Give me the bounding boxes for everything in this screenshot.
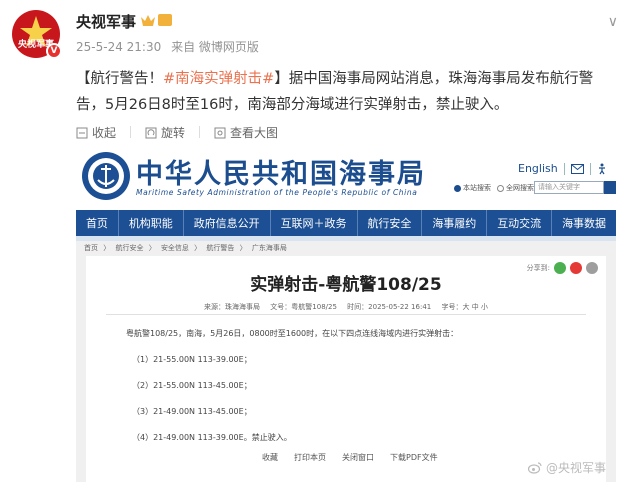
collect-button[interactable]: 收起 (76, 124, 116, 141)
breadcrumb-safety-info[interactable]: 安全信息 (161, 244, 189, 252)
nav-strip (76, 236, 616, 241)
zoom-icon (214, 127, 226, 138)
nav-functions[interactable]: 机构职能 (119, 210, 184, 236)
post-meta: 25-5-24 21:30 来自 微博网页版 (76, 38, 265, 55)
post-time[interactable]: 25-5-24 21:30 (76, 40, 161, 54)
chevron-down-icon[interactable]: ∨ (608, 14, 618, 30)
nav-data[interactable]: 海事数据 (552, 210, 616, 236)
nav-interaction[interactable]: 互动交流 (487, 210, 553, 236)
msa-header: 中华人民共和国海事局 Maritime Safety Administratio… (76, 146, 616, 210)
post-text: 【航行警告！#南海实弹射击#】据中国海事局网站消息，珠海海事局发布航行警告，5月… (76, 66, 621, 118)
view-large-label: 查看大图 (230, 126, 279, 140)
breadcrumb-warnings[interactable]: 航行警告 (206, 244, 234, 252)
rotate-label: 旋转 (161, 126, 186, 140)
radio-all[interactable] (497, 184, 504, 192)
rotate-icon (145, 127, 157, 138)
msa-nav: 首页 机构职能 政府信息公开 互联网＋政务 航行安全 海事履约 互动交流 海事数… (76, 210, 616, 236)
coordinate-point: （3）21-49.00N 113-45.00E； (132, 407, 252, 416)
breadcrumb-sep: 〉 (194, 244, 202, 252)
member-badge[interactable] (140, 13, 172, 27)
radio-all-label: 全网搜索 (506, 184, 534, 192)
article-footer: 收藏 打印本页 关闭窗口 下载PDF文件 (262, 452, 454, 463)
coordinate-point: （1）21-55.00N 113-39.00E； (132, 355, 252, 364)
breadcrumb-guangdong[interactable]: 广东海事局 (252, 244, 287, 252)
search-scope: 本站搜索 全网搜索 (448, 183, 534, 193)
divider (199, 126, 201, 138)
post-image[interactable]: 中华人民共和国海事局 Maritime Safety Administratio… (76, 146, 616, 482)
accessibility-icon[interactable] (597, 163, 607, 175)
breadcrumb-sep: 〉 (103, 244, 111, 252)
hashtag-link[interactable]: #南海实弹射击# (163, 71, 274, 87)
breadcrumb-sep: 〉 (239, 244, 247, 252)
print-link[interactable]: 打印本页 (294, 452, 326, 463)
article: 分享到: 实弹射击-粤航警108/25 来源：珠海海事局 文号：粤航警108/2… (86, 256, 606, 482)
article-body: 粤航警108/25，南海，5月26日，0800时至1600时，在以下四点连线海域… (126, 328, 458, 458)
watermark-text: @央视军事 (545, 461, 606, 475)
collapse-icon (76, 127, 88, 138)
post-text-prefix: 【航行警告！ (76, 71, 163, 87)
article-source: 来源：珠海海事局 (204, 303, 261, 311)
article-meta: 来源：珠海海事局 文号：粤航警108/25 时间：2025-05-22 16:4… (86, 302, 606, 312)
msa-site-title[interactable]: 中华人民共和国海事局 (136, 152, 426, 191)
divider (130, 126, 132, 138)
coordinate-point: （2）21-55.00N 113-45.00E； (132, 381, 252, 390)
search-icon[interactable] (604, 181, 616, 194)
nav-compliance[interactable]: 海事履约 (422, 210, 488, 236)
divider (589, 162, 591, 175)
english-link[interactable]: English (518, 162, 558, 175)
article-doc-no: 文号：粤航警108/25 (270, 303, 337, 311)
breadcrumb-nav-safety[interactable]: 航行安全 (115, 244, 143, 252)
nav-nav-safety[interactable]: 航行安全 (358, 210, 423, 236)
view-large-button[interactable]: 查看大图 (214, 124, 278, 141)
article-date: 时间：2025-05-22 16:41 (347, 303, 432, 311)
user-name[interactable]: 央视军事 (76, 11, 136, 32)
divider (106, 314, 586, 315)
weibo-logo-icon (527, 461, 542, 474)
watermark: @央视军事 (527, 459, 606, 476)
download-pdf-link[interactable]: 下载PDF文件 (390, 452, 438, 463)
divider (563, 162, 565, 175)
nav-home[interactable]: 首页 (76, 210, 119, 236)
msa-logo-icon (82, 152, 130, 200)
collect-label: 收起 (92, 126, 117, 140)
article-intro: 粤航警108/25，南海，5月26日，0800时至1600时，在以下四点连线海域… (126, 329, 459, 338)
radio-site-label: 本站搜索 (463, 184, 491, 192)
msa-search-input[interactable]: 请输入关键字 (534, 181, 604, 194)
post-source: 来自 微博网页版 (171, 40, 259, 54)
font-size-toggle[interactable]: 字号：大 中 小 (441, 303, 487, 311)
close-window-link[interactable]: 关闭窗口 (342, 452, 374, 463)
breadcrumb-sep: 〉 (148, 244, 156, 252)
breadcrumb: 首页 〉 航行安全 〉 安全信息 〉 航行警告 〉 广东海事局 (84, 243, 290, 253)
msa-toolbar: English (518, 162, 607, 175)
msa-site-subtitle: Maritime Safety Administration of the Pe… (136, 188, 418, 197)
image-actions: 收起 旋转 查看大图 (76, 124, 292, 141)
mail-icon[interactable] (570, 163, 584, 174)
bookmark-link[interactable]: 收藏 (262, 452, 278, 463)
rotate-button[interactable]: 旋转 (145, 124, 185, 141)
article-title: 实弹射击-粤航警108/25 (250, 275, 442, 295)
breadcrumb-home[interactable]: 首页 (84, 244, 98, 252)
level-badge-icon (158, 14, 172, 26)
coordinate-point: （4）21-49.00N 113-39.00E。禁止驶入。 (132, 433, 292, 442)
nav-internet-gov[interactable]: 互联网＋政务 (271, 210, 358, 236)
nav-gov-info[interactable]: 政府信息公开 (184, 210, 271, 236)
crown-icon (141, 15, 155, 26)
verified-badge: V (46, 43, 62, 59)
radio-site[interactable] (454, 184, 461, 192)
